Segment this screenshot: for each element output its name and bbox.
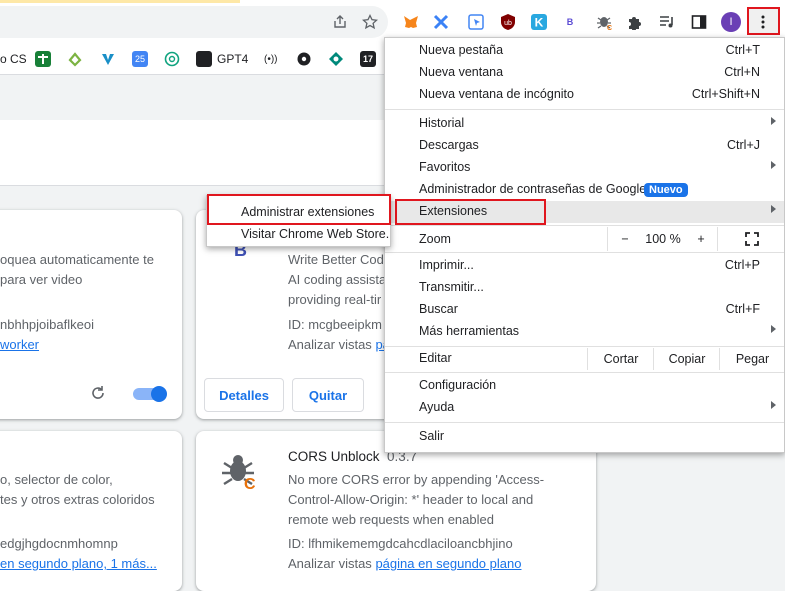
bookmark-green-diamond-icon[interactable] bbox=[328, 50, 344, 68]
submenu-arrow-icon bbox=[771, 205, 776, 213]
paste-button[interactable]: Pegar bbox=[719, 348, 785, 370]
menu-separator bbox=[385, 252, 784, 253]
bookmark-17-icon[interactable]: 17 bbox=[360, 50, 376, 68]
card4-inspect-link[interactable]: página en segundo plano bbox=[375, 556, 521, 571]
new-badge: Nuevo bbox=[644, 183, 688, 197]
card1-inspect-link[interactable]: worker bbox=[0, 335, 39, 355]
details-button[interactable]: Detalles bbox=[204, 378, 284, 412]
card1-id: nbhhpjoibaflkeoi bbox=[0, 317, 94, 332]
zoom-in-button[interactable]: + bbox=[685, 227, 717, 251]
menu-separator bbox=[385, 372, 784, 373]
svg-text:K: K bbox=[535, 16, 544, 30]
menu-item-downloads[interactable]: Descargas Ctrl+J bbox=[385, 135, 784, 157]
menu-item-zoom: Zoom − 100 % + bbox=[385, 227, 784, 251]
extension-card-1: oquea automaticamente te para ver video … bbox=[0, 210, 182, 419]
cors-unblock-icon: C bbox=[220, 451, 256, 494]
menu-item-new-window[interactable]: Nueva ventana Ctrl+N bbox=[385, 62, 784, 84]
card3-id: edgjhgdocnmhomnp bbox=[0, 536, 118, 551]
menu-separator bbox=[385, 422, 784, 423]
blue-x-extension-icon[interactable] bbox=[430, 11, 452, 33]
menu-item-history[interactable]: Historial bbox=[385, 113, 784, 135]
svg-text:ub: ub bbox=[504, 20, 512, 27]
menu-separator bbox=[385, 346, 784, 347]
bookmark-green-plus-icon[interactable] bbox=[35, 50, 51, 68]
svg-text:C: C bbox=[607, 25, 612, 31]
gpt4-icon bbox=[196, 51, 212, 67]
manage-extensions-highlight bbox=[207, 194, 391, 225]
menu-separator bbox=[385, 109, 784, 110]
share-icon[interactable] bbox=[329, 11, 351, 33]
fullscreen-button[interactable] bbox=[717, 227, 785, 251]
menu-item-help[interactable]: Ayuda bbox=[385, 397, 784, 419]
bookmark-calendar-icon[interactable]: 25 bbox=[132, 50, 148, 68]
fullscreen-icon bbox=[744, 232, 759, 246]
chrome-main-menu: Nueva pestaña Ctrl+T Nueva ventana Ctrl+N … bbox=[384, 37, 785, 453]
card2-desc-line2: AI coding assista bbox=[288, 272, 387, 287]
cors-bug-extension-icon[interactable]: C bbox=[593, 11, 615, 33]
menu-item-new-tab[interactable]: Nueva pestaña Ctrl+T bbox=[385, 40, 784, 62]
bookmark-gpt4[interactable]: GPT4 bbox=[196, 50, 248, 68]
menu-item-edit: Editar Cortar Copiar Pegar bbox=[385, 348, 784, 370]
card4-desc-line2: Control-Allow-Origin: *' header to local… bbox=[288, 492, 534, 507]
svg-text:C: C bbox=[244, 476, 256, 491]
card4-desc-line3: remote web requests when enabled bbox=[288, 512, 494, 527]
menu-item-exit[interactable]: Salir bbox=[385, 426, 784, 448]
zoom-out-button[interactable]: − bbox=[607, 227, 642, 251]
puzzle-extensions-icon[interactable] bbox=[624, 11, 646, 33]
copy-button[interactable]: Copiar bbox=[653, 348, 720, 370]
card4-desc-line1: No more CORS error by appending 'Access- bbox=[288, 472, 545, 487]
metamask-extension-icon[interactable] bbox=[400, 11, 422, 33]
bookmark-openai-icon[interactable] bbox=[164, 50, 180, 68]
card2-id: ID: mcgbeeipkm bbox=[288, 317, 382, 332]
menu-separator bbox=[385, 225, 784, 226]
card4-id: ID: lfhmikememgdcahcdlaciloancbhjino bbox=[288, 536, 513, 551]
ublock-extension-icon[interactable]: ub bbox=[497, 11, 519, 33]
card1-desc-line2: para ver video bbox=[0, 272, 83, 287]
remove-button[interactable]: Quitar bbox=[292, 378, 364, 412]
menu-item-find[interactable]: Buscar Ctrl+F bbox=[385, 299, 784, 321]
bookmark-cs[interactable]: o CS bbox=[0, 50, 27, 68]
bookmark-v-icon[interactable] bbox=[100, 50, 116, 68]
bookmark-star-icon[interactable] bbox=[359, 11, 381, 33]
cut-button[interactable]: Cortar bbox=[587, 348, 654, 370]
card2-desc-line1: Write Better Cod bbox=[288, 252, 384, 267]
card4-inspect-label: Analizar vistas página en segundo plano bbox=[288, 556, 522, 571]
menu-button-highlight bbox=[747, 7, 780, 35]
card3-desc-line1: o, selector de color, bbox=[0, 472, 113, 487]
b-extension-icon[interactable]: B bbox=[559, 11, 581, 33]
extension-card-cors-unblock: C CORS Unblock 0.3.7 No more CORS error … bbox=[196, 431, 596, 591]
submenu-arrow-icon bbox=[771, 325, 776, 333]
zoom-level: 100 % bbox=[645, 232, 681, 246]
card2-inspect-label: Analizar vistas pá bbox=[288, 337, 390, 352]
menu-item-print[interactable]: Imprimir... Ctrl+P bbox=[385, 255, 784, 277]
card3-inspect-link[interactable]: en segundo plano, 1 más... bbox=[0, 554, 157, 574]
card3-desc-line2: tes y otros extras coloridos bbox=[0, 492, 155, 507]
submenu-arrow-icon bbox=[771, 161, 776, 169]
bookmark-lime-arrow-icon[interactable] bbox=[67, 50, 83, 68]
side-panel-icon[interactable] bbox=[688, 11, 710, 33]
menu-item-incognito[interactable]: Nueva ventana de incógnito Ctrl+Shift+N bbox=[385, 84, 784, 106]
reload-icon[interactable] bbox=[90, 385, 106, 404]
card1-desc-line1: oquea automaticamente te bbox=[0, 252, 154, 267]
menu-item-cast[interactable]: Transmitir... bbox=[385, 277, 784, 299]
submenu-item-visit-web-store[interactable]: Visitar Chrome Web Store. bbox=[241, 227, 389, 241]
menu-item-password-manager[interactable]: Administrador de contraseñas de Google Nu… bbox=[385, 179, 784, 201]
bookmark-soccer-ball-icon[interactable] bbox=[296, 50, 312, 68]
extensions-highlight bbox=[395, 199, 546, 225]
enable-toggle[interactable] bbox=[133, 386, 167, 402]
menu-item-settings[interactable]: Configuración bbox=[385, 375, 784, 397]
menu-item-more-tools[interactable]: Más herramientas bbox=[385, 321, 784, 343]
profile-avatar[interactable]: I bbox=[720, 11, 742, 33]
menu-item-bookmarks[interactable]: Favoritos bbox=[385, 157, 784, 179]
extension-card-3: o, selector de color, tes y otros extras… bbox=[0, 431, 182, 591]
media-controls-icon[interactable] bbox=[656, 11, 678, 33]
cursor-flag-extension-icon[interactable] bbox=[465, 11, 487, 33]
k-extension-icon[interactable]: K bbox=[528, 11, 550, 33]
submenu-arrow-icon bbox=[771, 117, 776, 125]
bookmark-broadcast[interactable]: (•)) bbox=[264, 50, 278, 68]
submenu-arrow-icon bbox=[771, 401, 776, 409]
card2-desc-line3: providing real-tir bbox=[288, 292, 382, 307]
profile-initial: I bbox=[721, 12, 741, 32]
